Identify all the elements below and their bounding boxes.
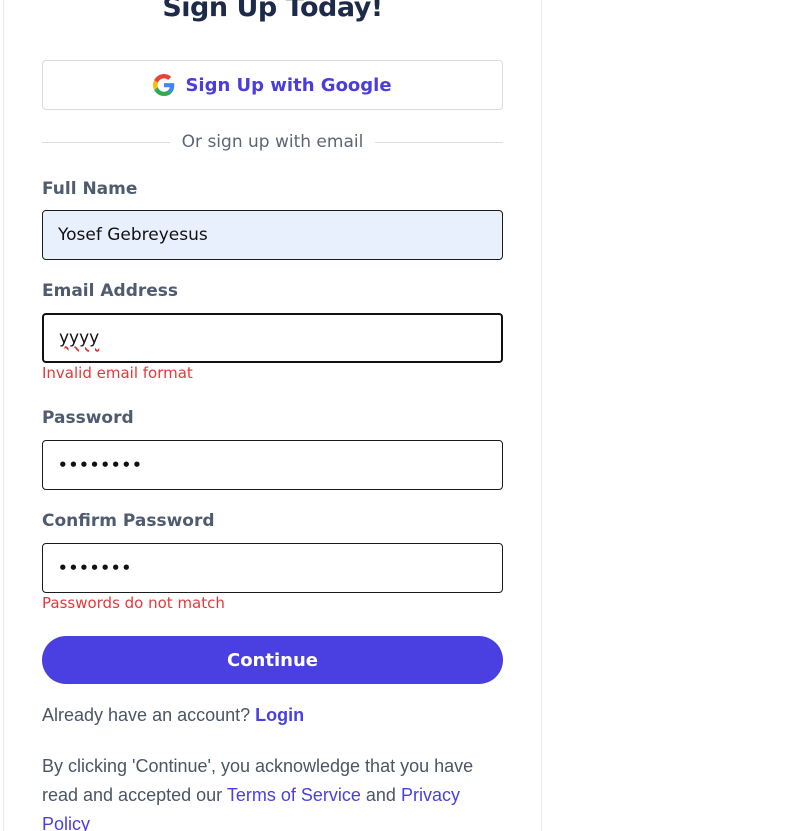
login-prompt-text: Already have an account? [42,705,251,725]
password-label: Password [42,408,134,428]
page-title: Sign Up Today! [162,0,383,23]
email-input[interactable]: yyyy [42,313,503,363]
google-button-label: Sign Up with Google [185,74,392,96]
divider-line-right [375,141,503,143]
google-signup-button[interactable]: Sign Up with Google [42,60,503,110]
email-error: Invalid email format [42,364,193,382]
full-name-value: Yosef Gebreyesus [58,225,208,245]
confirm-password-input[interactable]: ••••••• [42,543,503,593]
login-prompt-row: Already have an account? Login [42,705,304,726]
confirm-password-label: Confirm Password [42,511,215,531]
divider-line-left [42,141,170,143]
terms-of-service-link[interactable]: Terms of Service [227,785,361,805]
legal-and: and [365,785,396,805]
password-value: •••••••• [58,456,143,474]
confirm-password-value: ••••••• [58,559,133,577]
full-name-label: Full Name [42,179,138,199]
google-icon [153,74,175,96]
email-label: Email Address [42,281,179,301]
password-match-error: Passwords do not match [42,594,225,612]
email-divider: Or sign up with email [42,130,503,154]
password-input[interactable]: •••••••• [42,440,503,490]
legal-text: By clicking 'Continue', you acknowledge … [42,752,512,831]
continue-button[interactable]: Continue [42,636,503,684]
login-link[interactable]: Login [255,705,304,725]
email-value: yyyy [59,328,100,348]
divider-text: Or sign up with email [181,132,364,152]
full-name-input[interactable]: Yosef Gebreyesus [42,210,503,260]
